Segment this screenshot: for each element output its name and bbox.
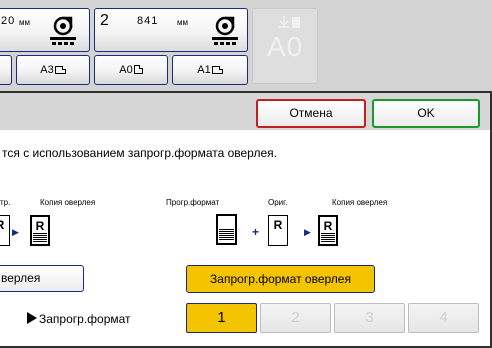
a0-roll-button[interactable]: A0 bbox=[252, 8, 318, 84]
roll-tray-number: 2 bbox=[100, 12, 109, 29]
arrow-icon: ▶ bbox=[304, 227, 311, 237]
size-button-a3[interactable]: A3 bbox=[16, 55, 90, 85]
roll-length-unit: мм bbox=[19, 18, 30, 27]
stored-format-label: Запрогр.формат bbox=[27, 312, 131, 326]
roll-tray-1-button[interactable]: 20 мм bbox=[0, 8, 90, 52]
stored-format-page-icon bbox=[216, 214, 237, 245]
original-page-icon: R bbox=[0, 215, 10, 246]
size-button-a1[interactable]: A1 bbox=[172, 55, 248, 85]
a0-label: A0 bbox=[267, 31, 304, 62]
overlay-copy-page-icon: R bbox=[318, 215, 338, 246]
roll-length-value: 841 bbox=[137, 15, 159, 27]
overlay-format-dialog: Отмена OK тся с использованием запрогр.ф… bbox=[0, 91, 492, 348]
ok-button[interactable]: OK bbox=[372, 99, 480, 128]
format-number-3-button[interactable]: 3 bbox=[334, 303, 405, 333]
overlay-copy-page-icon: R bbox=[30, 215, 50, 246]
roll-tray-2-button[interactable]: 2 841 мм bbox=[94, 8, 248, 52]
plus-icon: + bbox=[252, 225, 260, 239]
paper-roll-icon bbox=[212, 16, 238, 45]
original-page-icon: R bbox=[268, 215, 288, 246]
size-label: A3 bbox=[40, 64, 54, 76]
portrait-page-icon bbox=[133, 65, 143, 74]
format-number-1-button[interactable]: 1 bbox=[186, 303, 257, 333]
triangle-right-icon bbox=[27, 312, 37, 324]
cancel-button[interactable]: Отмена bbox=[256, 99, 366, 128]
diagram-label-original: тр. bbox=[0, 198, 11, 207]
diagram-label-overlay-copy: Копия оверлея bbox=[332, 198, 388, 207]
dialog-action-bar: Отмена OK bbox=[0, 93, 490, 130]
tray-strip: 20 мм 2 841 мм A3 A0 A1 A0 bbox=[0, 0, 492, 91]
download-tray-icon bbox=[279, 16, 300, 28]
arrow-icon: ▶ bbox=[12, 227, 19, 237]
landscape-page-icon bbox=[211, 66, 223, 74]
size-button-a0[interactable]: A0 bbox=[94, 55, 168, 85]
size-label: A0 bbox=[119, 64, 133, 76]
format-number-4-button[interactable]: 4 bbox=[408, 303, 479, 333]
diagram-label-original: Ориг. bbox=[268, 198, 288, 207]
roll-length-unit: мм bbox=[177, 18, 188, 27]
stored-format-overlay-button[interactable]: Запрогр.формат оверлея bbox=[186, 265, 375, 293]
roll-length-value: 20 bbox=[1, 15, 16, 27]
size-label: A1 bbox=[197, 64, 211, 76]
size-button-partial[interactable] bbox=[0, 55, 12, 85]
diagram-label-stored-format: Прогр.формат bbox=[166, 198, 220, 207]
format-number-2-button[interactable]: 2 bbox=[260, 303, 331, 333]
landscape-page-icon bbox=[54, 66, 66, 74]
dialog-message: тся с использованием запрогр.формата ове… bbox=[2, 146, 277, 160]
overlay-option-button[interactable]: верлея bbox=[0, 265, 84, 292]
diagram-label-overlay-copy: Копия оверлея bbox=[40, 198, 96, 207]
paper-roll-icon bbox=[50, 16, 76, 45]
